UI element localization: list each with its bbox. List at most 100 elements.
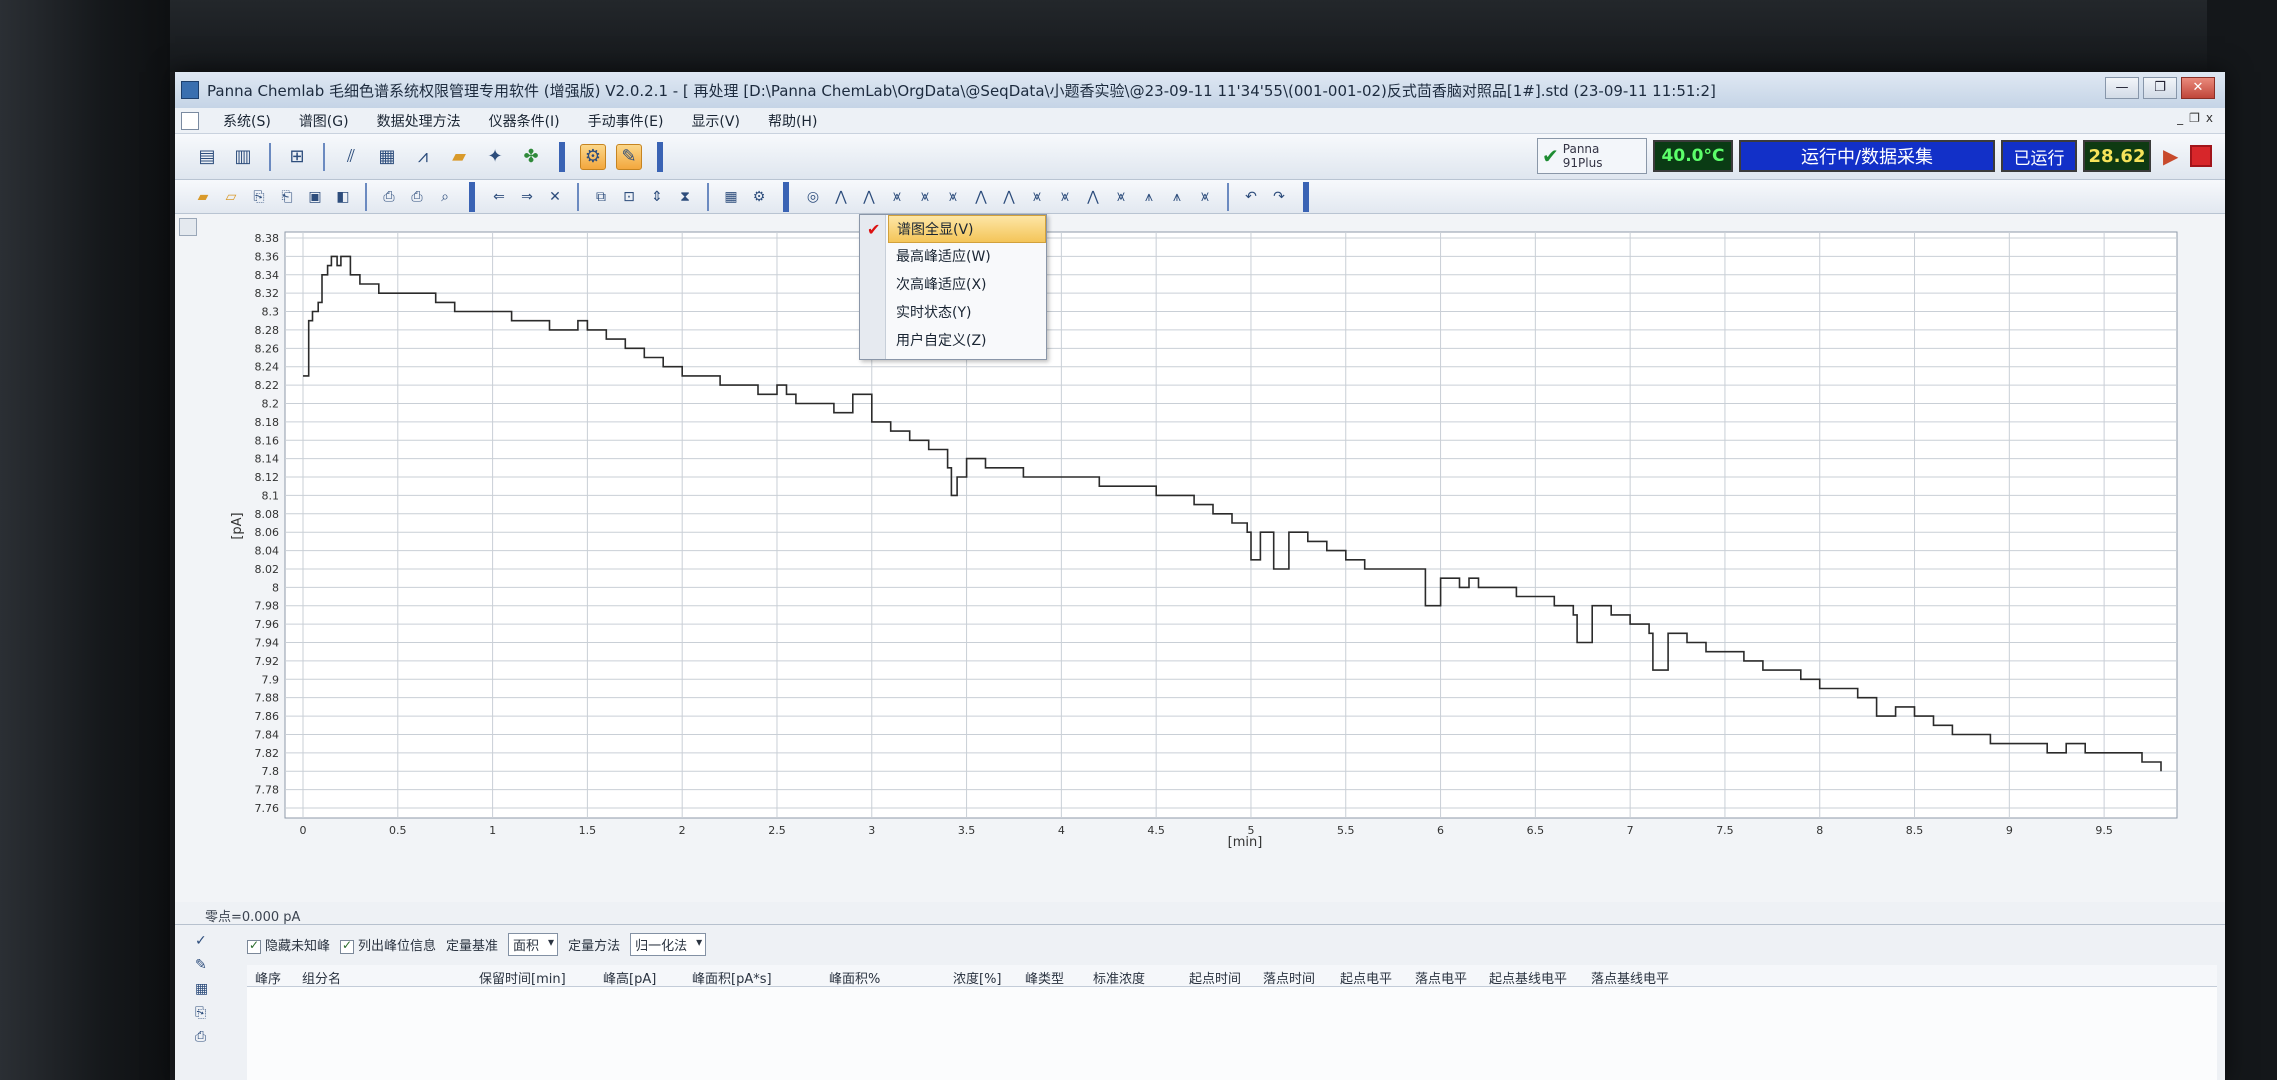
tree-icon[interactable]: ✤: [518, 144, 544, 170]
chart-icon[interactable]: ⫽: [338, 144, 364, 170]
save-as-icon[interactable]: ◧: [333, 187, 353, 207]
toolbar-grip[interactable]: [1303, 181, 1309, 212]
zoom-icon[interactable]: ⌕: [435, 187, 455, 207]
column-header[interactable]: 标准浓度: [1093, 968, 1145, 987]
play-icon[interactable]: ▶: [2163, 144, 2178, 168]
network-icon[interactable]: ✦: [482, 144, 508, 170]
column-header[interactable]: 起点时间: [1189, 968, 1241, 987]
dropdown-item-second-peak[interactable]: 次高峰适应(X): [888, 271, 1046, 299]
column-header[interactable]: 峰类型: [1025, 968, 1064, 987]
folder-icon[interactable]: ▰: [446, 144, 472, 170]
peak-icon[interactable]: ⋀: [831, 187, 851, 207]
copy-icon[interactable]: ⎘: [195, 1005, 217, 1021]
chromatogram-plot[interactable]: 8.38 8.36 8.34 8.32 8.3 8.28 8.26 8.24 8.22 8.2 8.…: [175, 214, 2225, 902]
column-header[interactable]: 落点基线电平: [1591, 968, 1669, 987]
restore-button[interactable]: ❐: [2143, 77, 2177, 99]
undo-icon[interactable]: ↶: [1241, 187, 1261, 207]
quant-method-select[interactable]: 归一化法: [630, 933, 707, 956]
negative-peak-icon[interactable]: ⩚: [1139, 187, 1159, 207]
peak-valley-icon[interactable]: ⩙: [943, 187, 963, 207]
peak-reject-icon[interactable]: ⩚: [1167, 187, 1187, 207]
column-header[interactable]: 落点时间: [1263, 968, 1315, 987]
menu-help[interactable]: 帮助(H): [754, 111, 831, 131]
menu-instrument[interactable]: 仪器条件(I): [475, 111, 574, 131]
toolbar-grip[interactable]: [657, 141, 663, 172]
hourglass-icon[interactable]: ⧗: [675, 187, 695, 207]
dropdown-item-custom[interactable]: 用户自定义(Z): [888, 327, 1046, 355]
open-folder-icon[interactable]: ▰: [193, 187, 213, 207]
close-button[interactable]: ✕: [2181, 77, 2215, 99]
checkbox-box[interactable]: [340, 938, 355, 954]
grid-icon[interactable]: ⊞: [284, 144, 310, 170]
checkbox-box[interactable]: [247, 938, 261, 954]
peak-drop-icon[interactable]: ⩙: [1027, 187, 1047, 207]
menu-manual-event[interactable]: 手动事件(E): [574, 111, 678, 131]
mdi-minimize-button[interactable]: _: [2177, 111, 2183, 125]
vertical-fit-icon[interactable]: ⇕: [647, 187, 667, 207]
menu-data-processing[interactable]: 数据处理方法: [363, 111, 475, 131]
column-header[interactable]: 起点电平: [1340, 968, 1392, 987]
toolbar-grip[interactable]: [783, 181, 789, 212]
column-header[interactable]: 峰面积[pA*s]: [692, 968, 772, 987]
peak-baseline-icon[interactable]: ⋀: [999, 187, 1019, 207]
circle-icon[interactable]: ◎: [803, 187, 823, 207]
table-view-icon[interactable]: ▦: [721, 187, 741, 207]
minimize-button[interactable]: —: [2105, 77, 2139, 99]
peak-tail-icon[interactable]: ⩙: [1055, 187, 1075, 207]
toolbar-grip[interactable]: [469, 181, 475, 212]
peak-manual-icon[interactable]: ⩙: [1195, 187, 1215, 207]
column-header[interactable]: 保留时间[min]: [479, 968, 566, 987]
import-icon[interactable]: ⎘: [249, 187, 269, 207]
chromatogram-chart[interactable]: 8.38 8.36 8.34 8.32 8.3 8.28 8.26 8.24 8.22 8.2 8.…: [175, 214, 2225, 902]
column-header[interactable]: 峰高[pA]: [603, 968, 656, 987]
menu-view[interactable]: 显示(V): [677, 111, 754, 131]
scale-icon[interactable]: ⊡: [619, 187, 639, 207]
dropdown-item-realtime[interactable]: 实时状态(Y): [888, 299, 1046, 327]
column-header[interactable]: 组分名: [302, 968, 341, 987]
mdi-restore-button[interactable]: ❐: [2189, 111, 2200, 125]
peak-front-icon[interactable]: ⋀: [1083, 187, 1103, 207]
sample-icon[interactable]: ✎: [616, 143, 642, 170]
stop-button[interactable]: [2190, 145, 2213, 167]
compare-icon[interactable]: ⩘: [410, 144, 436, 170]
column-header[interactable]: 浓度[%]: [953, 968, 1002, 987]
results-table-body[interactable]: [247, 987, 2217, 1080]
peak-tangent-icon[interactable]: ⋀: [971, 187, 991, 207]
peak-merge-icon[interactable]: ⩙: [915, 187, 935, 207]
report-icon[interactable]: ▥: [230, 144, 256, 170]
save-icon[interactable]: ▣: [305, 187, 325, 207]
mdi-close-button[interactable]: x: [2206, 111, 2213, 125]
toolbar-grip[interactable]: [559, 141, 565, 172]
list-peak-info-checkbox[interactable]: 列出峰位信息: [340, 935, 436, 954]
column-header[interactable]: 起点基线电平: [1489, 968, 1567, 987]
menu-system[interactable]: 系统(S): [209, 111, 285, 131]
table-icon[interactable]: ▦: [195, 981, 217, 997]
dropdown-item-highest-peak[interactable]: 最高峰适应(W): [888, 243, 1046, 271]
open-file-icon[interactable]: ▱: [221, 187, 241, 207]
menu-chromatogram[interactable]: 谱图(G): [285, 111, 363, 131]
peak-split-icon[interactable]: ⩙: [887, 187, 907, 207]
sequence-icon[interactable]: ⚙: [580, 143, 606, 170]
quant-basis-select[interactable]: 面积: [508, 933, 559, 956]
print-icon[interactable]: ⎙: [195, 1029, 217, 1045]
view-mode-icon[interactable]: ⧉: [591, 187, 611, 207]
delete-icon[interactable]: ✕: [545, 187, 565, 207]
peak-start-icon[interactable]: ⋀: [859, 187, 879, 207]
peak-shoulder-icon[interactable]: ⩙: [1111, 187, 1131, 207]
method-icon[interactable]: ▤: [194, 144, 220, 170]
edit-icon[interactable]: ✎: [195, 957, 217, 973]
instrument-selector[interactable]: ✔ Panna 91Plus: [1537, 138, 1647, 174]
table-icon[interactable]: ▦: [374, 144, 400, 170]
dropdown-item-full-view[interactable]: ✔ 谱图全显(V): [867, 215, 1046, 243]
print-preview-icon[interactable]: ⎙: [379, 187, 399, 207]
settings-icon[interactable]: ⚙: [749, 187, 769, 207]
check-icon[interactable]: ✓: [195, 933, 217, 949]
export-icon[interactable]: ⎗: [277, 187, 297, 207]
column-header[interactable]: 峰序: [255, 968, 281, 987]
column-header[interactable]: 落点电平: [1415, 968, 1467, 987]
redo-icon[interactable]: ↷: [1269, 187, 1289, 207]
print-icon[interactable]: ⎙: [407, 187, 427, 207]
hide-unknown-checkbox[interactable]: 隐藏未知峰: [247, 935, 330, 954]
column-header[interactable]: 峰面积%: [829, 968, 880, 987]
arrow-right-icon[interactable]: ⇒: [517, 187, 537, 207]
